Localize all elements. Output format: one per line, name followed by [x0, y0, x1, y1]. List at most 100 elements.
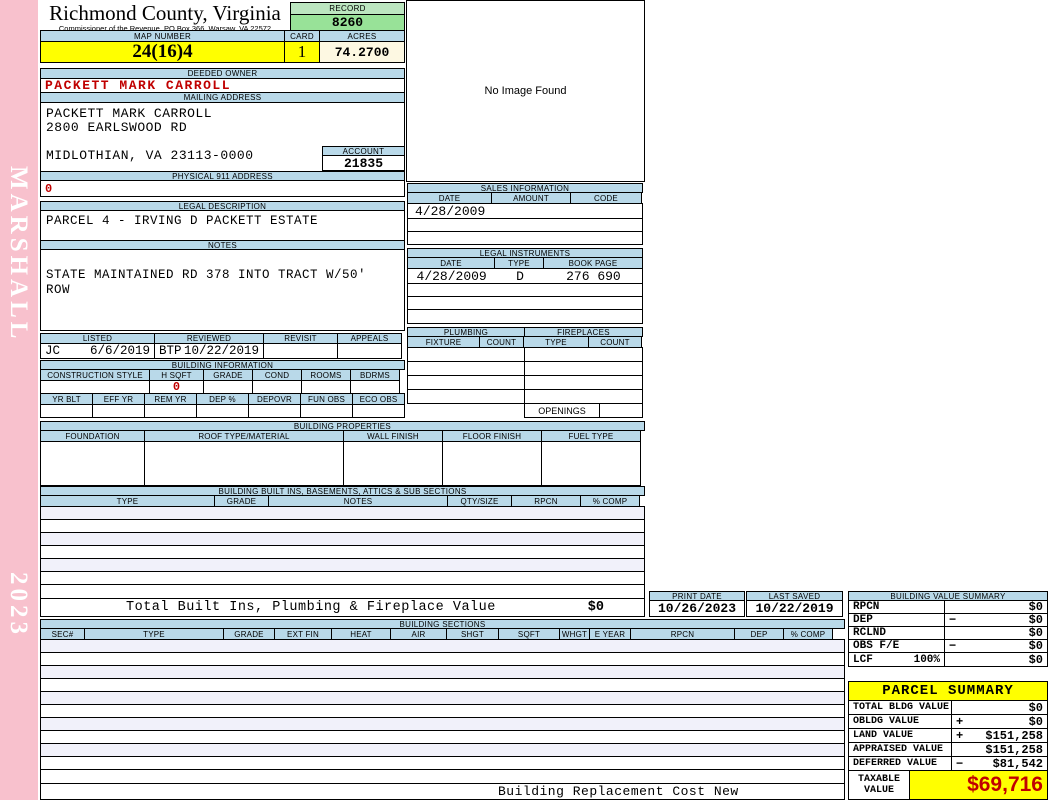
bvs-rpcn-cell: $0: [944, 600, 1048, 614]
county-title: Richmond County, Virginia: [40, 2, 290, 24]
building-sections-row: [40, 730, 845, 744]
bvs-lcf-label: LCF: [853, 654, 873, 666]
bvs-row-dep: DEP −$0: [848, 613, 1048, 627]
replacement-cost-label: Building Replacement Cost New: [498, 784, 739, 799]
building-info-values-1: 0: [40, 380, 405, 394]
acres-value: 74.2700: [319, 41, 405, 63]
bvs-obs-cell: −$0: [944, 639, 1048, 653]
bvs-rpcn-label: RPCN: [848, 600, 945, 614]
legal-description-value: PARCEL 4 - IRVING D PACKETT ESTATE: [46, 214, 318, 228]
reviewed-by: BTP: [159, 344, 182, 358]
bvs-rpcn-value: $0: [1029, 600, 1043, 614]
built-ins-total-label: Total Built Ins, Plumbing & Fireplace Va…: [126, 600, 496, 615]
ps-deferred-label: DEFERRED VALUE: [848, 756, 952, 771]
notes-box: STATE MAINTAINED RD 378 INTO TRACT W/50'…: [40, 249, 405, 331]
sales-row-1-amount: [492, 204, 571, 218]
reviewed-value: BTP10/22/2019: [154, 343, 264, 359]
bvs-row-lcf: LCF100% $0: [848, 652, 1048, 667]
bi-grade-value: [203, 380, 253, 394]
building-sections-row: [40, 665, 845, 679]
bi-bdrms-value: [350, 380, 400, 394]
bi-construction-style-value: [40, 380, 150, 394]
ps-appraised-cell: $151,258: [951, 742, 1048, 757]
legal-description-box: PARCEL 4 - IRVING D PACKETT ESTATE: [40, 210, 405, 241]
bvs-lcf-label-cell: LCF100%: [848, 652, 945, 667]
taxable-label-line2: VALUE: [864, 785, 894, 796]
review-value-row: JC6/6/2019 BTP10/22/2019: [40, 343, 405, 359]
bvs-dep-value: $0: [1029, 613, 1043, 627]
last-saved-value: 10/22/2019: [746, 600, 843, 617]
property-image-panel: No Image Found: [406, 0, 645, 182]
ps-land-label: LAND VALUE: [848, 728, 952, 743]
sales-row-1-code: [572, 204, 642, 218]
reviewed-date: 10/22/2019: [184, 344, 259, 358]
ps-row-obldg: OBLDG VALUE +$0: [848, 714, 1048, 729]
sales-row-1-date: 4/28/2009: [408, 204, 492, 218]
deeded-owner-value: PACKETT MARK CARROLL: [40, 78, 405, 93]
card-value: 1: [284, 41, 320, 63]
ps-obldg-value: $0: [1029, 715, 1043, 729]
bvs-lcf-cell: $0: [944, 652, 1048, 667]
ps-deferred-op: −: [956, 757, 963, 771]
openings-label: OPENINGS: [524, 403, 600, 418]
ps-obldg-label: OBLDG VALUE: [848, 714, 952, 729]
notes-line-2: ROW: [46, 283, 70, 297]
taxable-value: $69,716: [967, 773, 1043, 797]
pf-row-2: [407, 361, 643, 376]
built-ins-row: [40, 532, 645, 546]
building-sections-row: [40, 704, 845, 718]
ps-deferred-value: $81,542: [993, 757, 1043, 771]
building-sections-row: [40, 743, 845, 757]
physical-911-value: 0: [40, 180, 405, 197]
bvs-rclnd-cell: $0: [944, 626, 1048, 640]
print-date-value: 10/26/2023: [649, 600, 745, 617]
ps-appraised-label: APPRAISED VALUE: [848, 742, 952, 757]
ps-row-deferred: DEFERRED VALUE − $81,542: [848, 756, 1048, 771]
bi-rooms-value: [301, 380, 351, 394]
built-ins-row: [40, 545, 645, 559]
bvs-dep-op: −: [949, 613, 956, 627]
listed-date: 6/6/2019: [90, 344, 150, 358]
instr-row-1-bookpage: 276 690: [545, 269, 642, 283]
built-ins-total-value: $0: [588, 600, 604, 615]
instruments-row-3: [407, 296, 643, 310]
built-ins-row: [40, 584, 645, 599]
pf-row-1: [407, 347, 643, 362]
bvs-dep-cell: − $0: [944, 613, 1048, 627]
ps-row-appraised: APPRAISED VALUE $151,258: [848, 742, 1048, 757]
ps-obldg-cell: +$0: [951, 714, 1048, 729]
record-value: 8260: [290, 14, 405, 31]
instr-row-1-date: 4/28/2009: [408, 269, 495, 283]
building-sections-footer-row: Building Replacement Cost New: [40, 783, 845, 800]
sales-row-3: [407, 231, 643, 245]
bvs-row-obs: OBS F/E −$0: [848, 639, 1048, 653]
pf-row-3: [407, 375, 643, 390]
county-header: Richmond County, Virginia Commissioner o…: [40, 2, 290, 33]
taxable-label-line1: TAXABLE: [858, 774, 900, 785]
mailing-line-1: PACKETT MARK CARROLL: [46, 106, 212, 121]
bvs-obs-value: $0: [1029, 639, 1043, 653]
notes-line-1: STATE MAINTAINED RD 378 INTO TRACT W/50': [46, 268, 366, 282]
ps-land-value: $151,258: [985, 729, 1043, 743]
ps-land-cell: + $151,258: [951, 728, 1048, 743]
instruments-row-4: [407, 309, 643, 324]
instruments-row-1: 4/28/2009 D 276 690: [407, 268, 643, 284]
appeals-value: [337, 343, 402, 359]
built-ins-total-row: Total Built Ins, Plumbing & Fireplace Va…: [40, 598, 645, 617]
bvs-obs-label: OBS F/E: [848, 639, 945, 653]
binder-brand-label: MARSHALL: [4, 166, 32, 342]
instr-row-1-type: D: [495, 269, 545, 283]
ps-total-bldg-cell: $0: [951, 700, 1048, 715]
instruments-row-2: [407, 283, 643, 297]
ps-land-op: +: [956, 729, 963, 743]
ps-total-bldg-value: $0: [1029, 701, 1043, 715]
openings-value: [599, 403, 643, 418]
mailing-line-4: MIDLOTHIAN, VA 23113-0000: [46, 148, 254, 163]
built-ins-row: [40, 519, 645, 533]
taxable-value-box: $69,716: [909, 770, 1048, 800]
building-sections-row: [40, 652, 845, 666]
bvs-rclnd-value: $0: [1029, 626, 1043, 640]
taxable-value-label-box: TAXABLE VALUE: [848, 770, 910, 800]
bi-hsqft-value: 0: [149, 380, 204, 394]
ps-row-total-bldg: TOTAL BLDG VALUE $0: [848, 700, 1048, 715]
